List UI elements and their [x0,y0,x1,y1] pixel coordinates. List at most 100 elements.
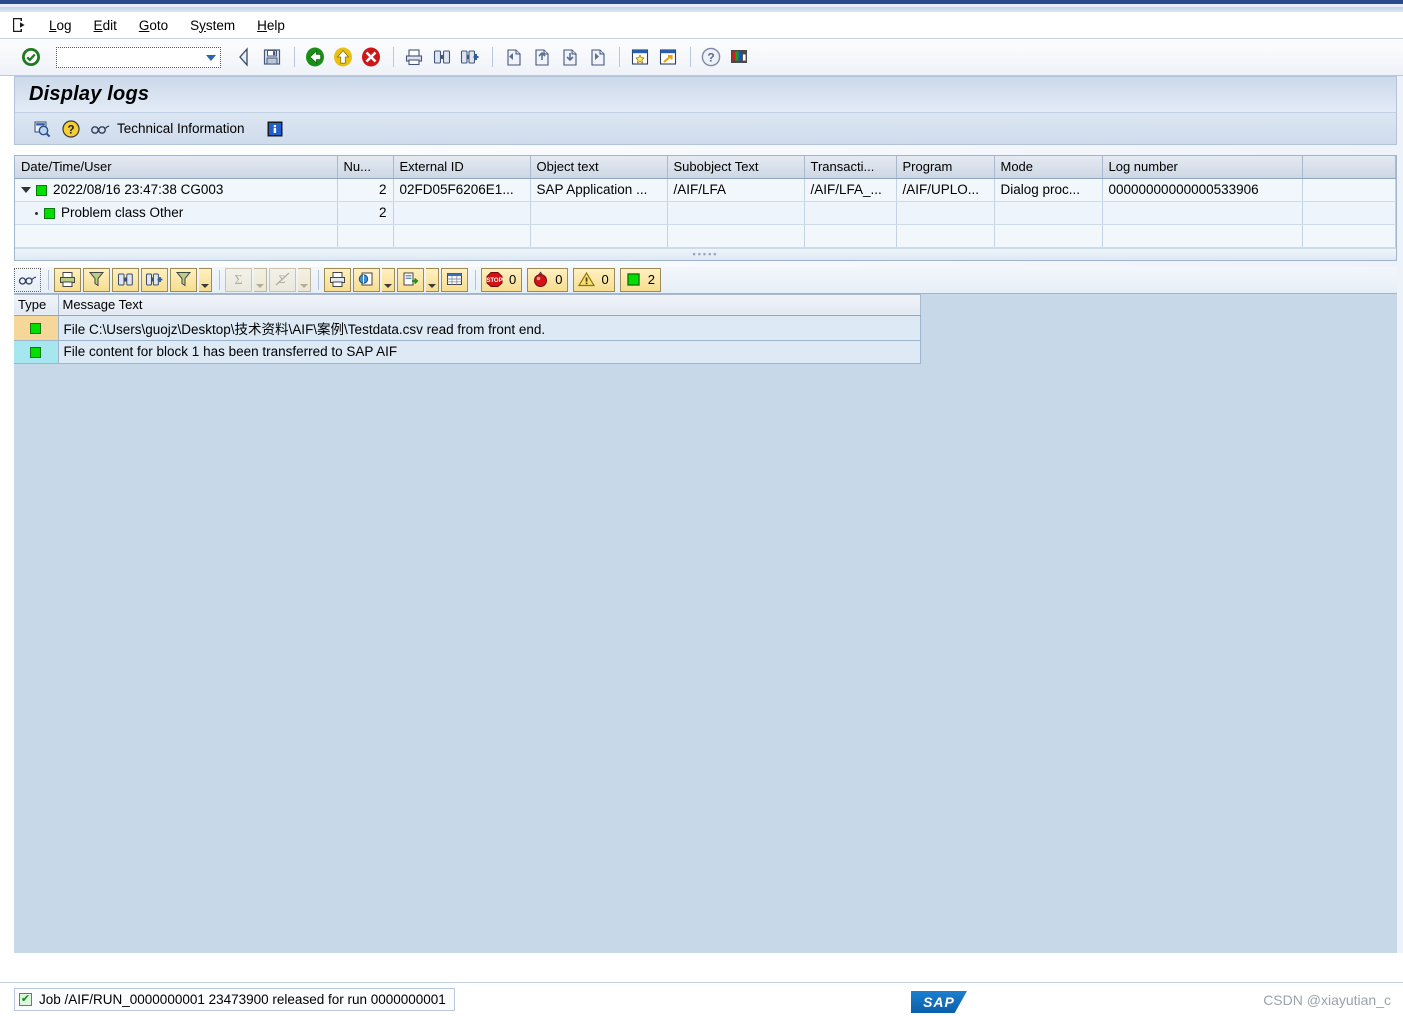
red-cancel-icon[interactable] [358,44,384,70]
cell-mode: Dialog proc... [994,178,1103,202]
cell-empty [667,224,805,248]
cell-type[interactable] [14,315,59,341]
table-row[interactable]: 2022/08/16 23:47:38 CG003 2 02FD05F6206E… [15,178,1396,202]
col-transaction[interactable]: Transacti... [804,156,897,179]
status-bar: ✔ Job /AIF/RUN_0000000001 23473900 relea… [0,982,1403,1016]
technical-info-icon[interactable] [87,116,113,142]
command-input[interactable] [57,48,199,66]
grid-splitter[interactable]: ▪▪▪▪▪ [15,247,1396,260]
col-subobject-text[interactable]: Subobject Text [667,156,805,179]
abort-badge[interactable]: STOP 0 [481,267,523,292]
col-external-id[interactable]: External ID [393,156,531,179]
table-row[interactable]: Problem class Other 2 [15,201,1396,225]
expand-triangle-icon[interactable] [21,187,31,194]
col-type[interactable]: Type [14,293,59,316]
toolbar-separator [48,269,49,290]
chevron-down-icon[interactable] [206,54,216,61]
print-icon[interactable] [401,44,427,70]
application-toolbar: ? Technical Information [14,112,1397,145]
cell-subobject-text: /AIF/LFA [667,178,805,202]
col-date-time-user[interactable]: Date/Time/User [15,156,338,179]
sap-logo: SAP [911,991,967,1013]
find-icon[interactable] [429,44,455,70]
cell-subobject-text [667,201,805,225]
view-select-icon[interactable] [353,267,380,292]
col-object-text[interactable]: Object text [530,156,668,179]
cell-number: 2 [337,201,394,225]
green-back-icon[interactable] [302,44,328,70]
filter-icon[interactable] [83,267,110,292]
export-dropdown-icon[interactable] [426,267,439,292]
menu-item-system[interactable]: System [179,16,246,35]
cell-type[interactable] [14,340,59,364]
technical-info-icon[interactable] [14,267,41,292]
find-next-icon[interactable] [141,267,168,292]
error-badge[interactable]: 0 [527,267,569,292]
info-icon[interactable] [263,116,287,142]
detail-magnifier-icon[interactable] [29,116,55,142]
menu-item-log[interactable]: Log [38,16,83,35]
success-badge[interactable]: 2 [619,267,661,292]
create-shortcut-icon[interactable] [655,44,681,70]
warning-count: 0 [601,272,609,287]
status-message[interactable]: ✔ Job /AIF/RUN_0000000001 23473900 relea… [14,988,455,1011]
toolbar-separator [690,47,691,67]
previous-page-icon[interactable] [528,44,554,70]
last-page-icon[interactable] [584,44,610,70]
print-icon[interactable] [54,267,81,292]
question-mark-icon[interactable]: ? [58,116,84,142]
list-item[interactable]: File C:\Users\guojz\Desktop\技术资料\AIF\案例\… [14,315,921,341]
first-page-icon[interactable] [500,44,526,70]
col-message-text[interactable]: Message Text [58,293,921,316]
menu-item-help[interactable]: Help [246,16,296,35]
find-icon[interactable] [112,267,139,292]
toolbar-separator [619,47,620,67]
list-item[interactable]: File content for block 1 has been transf… [14,340,921,364]
green-square-icon [30,346,42,358]
toolbar-separator [492,47,493,67]
col-program[interactable]: Program [896,156,995,179]
menu-item-edit[interactable]: Edit [83,16,128,35]
technical-information-label[interactable]: Technical Information [117,121,245,136]
toolbar-separator [318,269,319,290]
view-select-dropdown-icon[interactable] [382,267,395,292]
cell-log-number: 00000000000000533906 [1102,178,1303,202]
save-icon[interactable] [259,44,285,70]
cell-date-time-user[interactable]: Problem class Other [15,201,338,225]
find-next-icon[interactable] [457,44,483,70]
command-field[interactable] [56,46,221,68]
cell-date-time-user[interactable]: 2022/08/16 23:47:38 CG003 [15,178,338,202]
total-sum-dropdown-icon [254,267,267,292]
set-filter-icon[interactable] [170,267,197,292]
green-square-icon [30,322,42,334]
leaf-bullet-icon [35,211,38,215]
cell-transaction [804,201,897,225]
menu-item-goto[interactable]: Goto [128,16,179,35]
print-preview-icon[interactable] [324,267,351,292]
stop-icon: STOP [486,272,503,287]
cell-mode [994,201,1103,225]
system-toolbar: ? [0,39,1403,76]
help-icon[interactable]: ? [698,44,724,70]
col-log-number[interactable]: Log number [1102,156,1303,179]
col-mode[interactable]: Mode [994,156,1103,179]
warning-badge[interactable]: 0 [573,267,615,292]
export-icon[interactable] [397,267,424,292]
svg-text:Σ: Σ [234,273,242,288]
cell-number: 2 [337,178,394,202]
yellow-exit-icon[interactable] [330,44,356,70]
set-filter-dropdown-icon[interactable] [199,267,212,292]
spreadsheet-icon[interactable] [441,267,468,292]
next-page-icon[interactable] [556,44,582,70]
toolbar-separator [475,269,476,290]
exit-arrow-icon[interactable] [8,15,30,35]
svg-text:STOP: STOP [486,278,502,284]
back-icon[interactable] [231,44,257,70]
cell-transaction: /AIF/LFA_... [804,178,897,202]
green-square-icon [627,273,640,286]
cell-empty [994,224,1103,248]
enter-icon[interactable] [18,44,44,70]
customize-layout-icon[interactable] [726,44,752,70]
create-session-icon[interactable] [627,44,653,70]
col-number[interactable]: Nu... [337,156,394,179]
